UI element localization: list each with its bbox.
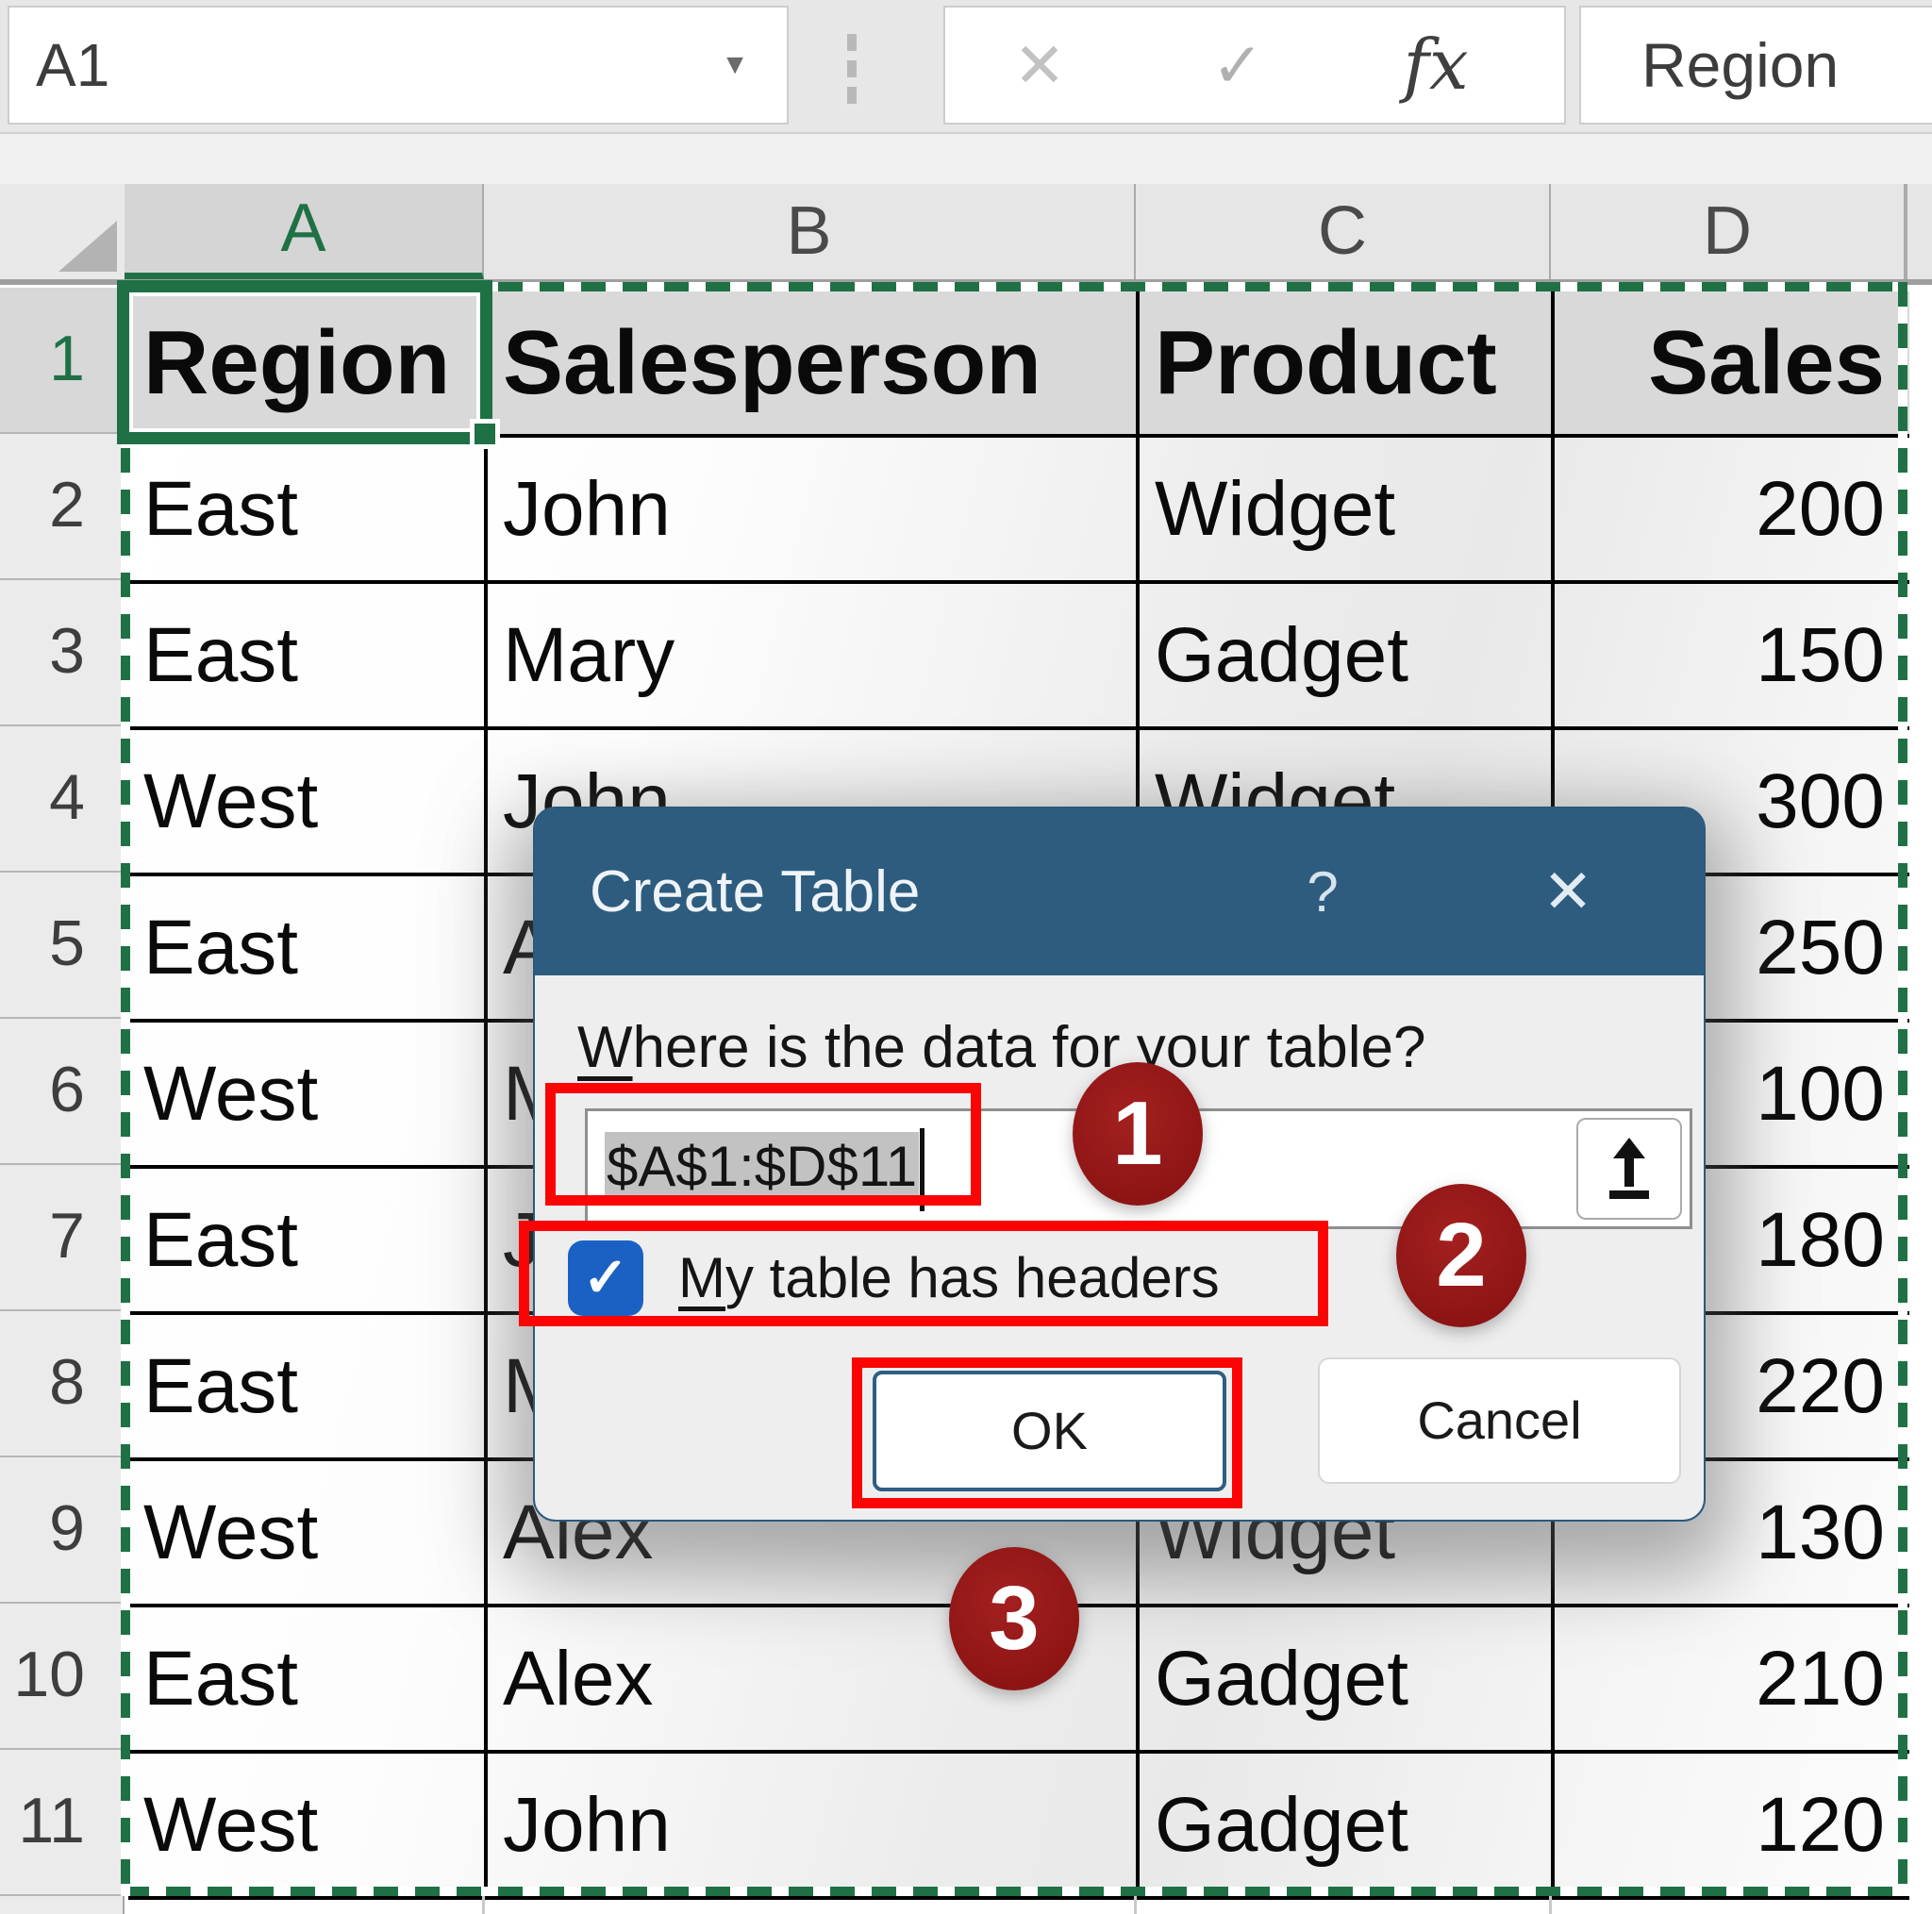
cell-a4[interactable]: West xyxy=(128,730,488,876)
cell-a9[interactable]: West xyxy=(128,1461,488,1607)
formula-bar-separator-handle[interactable] xyxy=(847,0,858,132)
formula-bar: A1 ▼ ✕ ✓ fx Region xyxy=(0,0,1932,134)
row-header-2[interactable]: 2 xyxy=(0,434,125,580)
cell-d11[interactable]: 120 xyxy=(1555,1754,1909,1900)
cancel-button[interactable]: Cancel xyxy=(1318,1357,1681,1484)
row-header-5[interactable]: 5 xyxy=(0,873,125,1019)
selection-border-bottom xyxy=(125,1887,1906,1896)
row-headers: 1 2 3 4 5 6 7 8 9 10 11 xyxy=(0,288,125,1896)
help-icon[interactable]: ? xyxy=(1280,808,1365,975)
enter-entry-icon[interactable]: ✓ xyxy=(1181,8,1294,123)
cell-d3[interactable]: 150 xyxy=(1555,584,1909,730)
cell-b1[interactable]: Salesperson xyxy=(488,291,1140,438)
annotation-box-headers-checkbox xyxy=(519,1221,1328,1326)
collapse-dialog-button[interactable] xyxy=(1576,1118,1682,1220)
column-header-b[interactable]: B xyxy=(484,184,1136,279)
row-header-8[interactable]: 8 xyxy=(0,1311,125,1457)
active-cell-border xyxy=(117,280,492,444)
cell-a10[interactable]: East xyxy=(128,1607,488,1754)
dialog-title: Create Table xyxy=(590,808,920,975)
cell-a7[interactable]: East xyxy=(128,1169,488,1315)
cell-a3[interactable]: East xyxy=(128,584,488,730)
cell-d1[interactable]: Sales xyxy=(1555,291,1909,438)
name-box[interactable]: A1 ▼ xyxy=(8,6,789,125)
cell-a5[interactable]: East xyxy=(128,876,488,1023)
selection-border-left xyxy=(121,282,130,1896)
gridline xyxy=(1549,1896,1552,1914)
formula-input[interactable]: Region xyxy=(1579,6,1932,125)
dialog-prompt: Where is the data for your table? xyxy=(577,1014,1426,1081)
cell-c2[interactable]: Widget xyxy=(1140,438,1555,584)
cell-a11[interactable]: West xyxy=(128,1754,488,1900)
row-header-7[interactable]: 7 xyxy=(0,1165,125,1311)
gridline xyxy=(482,1896,485,1914)
row-header-11[interactable]: 11 xyxy=(0,1750,125,1896)
cell-b2[interactable]: John xyxy=(488,438,1140,584)
cell-c10[interactable]: Gadget xyxy=(1140,1607,1555,1754)
row-header-10[interactable]: 10 xyxy=(0,1604,125,1750)
column-header-a[interactable]: A xyxy=(125,184,484,279)
cell-d10[interactable]: 210 xyxy=(1555,1607,1909,1754)
column-header-divider xyxy=(1906,184,1907,279)
gridline xyxy=(1134,1896,1137,1914)
cell-c1[interactable]: Product xyxy=(1140,291,1555,438)
close-icon[interactable]: ✕ xyxy=(1516,808,1620,975)
row-header-9[interactable]: 9 xyxy=(0,1457,125,1604)
cell-a8[interactable]: East xyxy=(128,1315,488,1461)
formula-controls: ✕ ✓ fx xyxy=(943,6,1566,125)
selection-border-right xyxy=(1898,282,1907,1896)
cell-d2[interactable]: 200 xyxy=(1555,438,1909,584)
cell-a2[interactable]: East xyxy=(128,438,488,584)
insert-function-icon[interactable]: fx xyxy=(1379,8,1492,123)
annotation-box-ok-button xyxy=(852,1357,1242,1508)
cell-b11[interactable]: John xyxy=(488,1754,1140,1900)
formula-value: Region xyxy=(1641,8,1839,123)
annotation-marker-1: 1 xyxy=(1073,1062,1203,1206)
cell-c3[interactable]: Gadget xyxy=(1140,584,1555,730)
row-header-6[interactable]: 6 xyxy=(0,1019,125,1165)
header-gap-strip xyxy=(0,134,1932,184)
annotation-box-range-input xyxy=(545,1083,981,1206)
select-all-button[interactable] xyxy=(0,184,126,279)
cancel-entry-icon[interactable]: ✕ xyxy=(983,8,1096,123)
range-select-up-arrow-icon xyxy=(1602,1138,1657,1200)
row-header-1[interactable]: 1 xyxy=(0,288,125,434)
row-header-4[interactable]: 4 xyxy=(0,726,125,873)
cell-a6[interactable]: West xyxy=(128,1023,488,1169)
column-header-c[interactable]: C xyxy=(1136,184,1551,279)
cell-b3[interactable]: Mary xyxy=(488,584,1140,730)
cell-c11[interactable]: Gadget xyxy=(1140,1754,1555,1900)
select-all-triangle-icon xyxy=(58,221,117,272)
dialog-title-bar[interactable]: Create Table ? ✕ xyxy=(535,808,1704,975)
row-header-3[interactable]: 3 xyxy=(0,580,125,726)
name-box-dropdown-icon[interactable]: ▼ xyxy=(721,8,749,123)
annotation-marker-2: 2 xyxy=(1396,1184,1526,1327)
name-box-value: A1 xyxy=(36,8,109,123)
column-headers: A B C D xyxy=(0,184,1932,285)
fill-handle[interactable] xyxy=(470,419,500,449)
annotation-marker-3: 3 xyxy=(949,1547,1079,1690)
row-header-12-partial xyxy=(0,1896,125,1914)
column-header-d[interactable]: D xyxy=(1551,184,1906,279)
